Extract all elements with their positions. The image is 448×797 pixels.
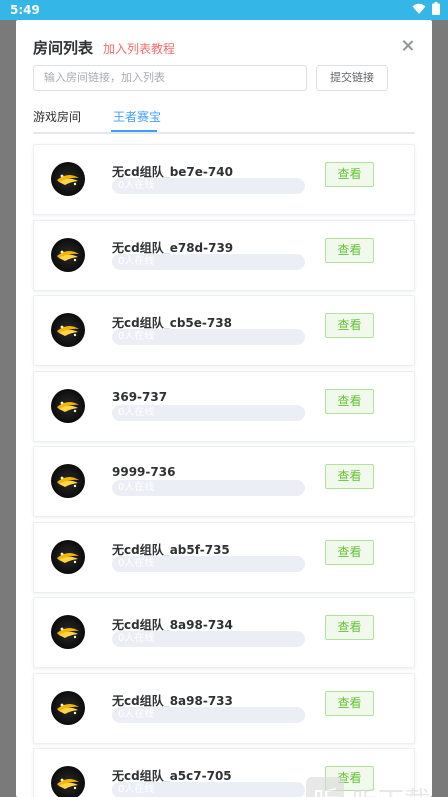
view-button[interactable]: 查看 [325,690,374,716]
room-name: 无cd组队_e78d-739 [112,240,234,255]
active-tab-indicator [111,130,157,132]
room-card[interactable]: 369-737 0人在线 查看 [33,370,415,442]
game-logo-icon [57,250,79,261]
tutorial-link[interactable]: 加入列表教程 [103,40,175,57]
room-card[interactable]: 无cd组队_ab5f-735 0人在线 查看 [33,521,415,593]
view-button[interactable]: 查看 [325,615,374,640]
online-count-badge: 0人在线 [112,253,305,270]
room-link-input[interactable]: 输入房间链接，加入列表 [33,65,307,91]
game-logo-icon [57,778,79,790]
room-card[interactable]: 9999-736 0人在线 查看 [33,446,415,517]
watermark-text: 听下载 [352,781,430,797]
room-card[interactable]: 无cd组队_be7e-740 0人在线 查看 [33,144,415,215]
online-count-badge: 0人在线 [112,329,305,345]
room-avatar [51,162,85,196]
dialog-title: 房间列表 [33,39,94,57]
view-button[interactable]: 查看 [325,464,374,489]
room-name: 9999-736 [112,465,176,479]
game-logo-icon [57,174,79,186]
room-list-dialog: 房间列表 加入列表教程 输入房间链接，加入列表 提交链接 游戏房间 王者赛宝 无… [16,20,432,797]
status-time: 5:49 [10,3,40,17]
status-bar: 5:49 [0,0,448,20]
game-logo-icon [57,552,79,563]
game-logo-icon [57,476,79,488]
game-logo-icon [57,627,79,639]
online-count-badge: 0人在线 [112,555,305,572]
room-name: 无cd组队_8a98-733 [112,693,233,708]
room-card[interactable]: 无cd组队_8a98-733 0人在线 查看 [33,672,415,744]
room-avatar [51,237,85,272]
submit-link-button[interactable]: 提交链接 [316,65,388,91]
game-logo-icon [57,703,79,714]
view-button[interactable]: 查看 [325,313,374,338]
online-count-badge: 0人在线 [112,404,305,421]
room-name: 369-737 [112,389,168,404]
online-count-badge: 0人在线 [112,706,305,723]
room-avatar [51,615,85,649]
game-logo-icon [57,325,79,337]
room-avatar [51,388,85,423]
room-name: 无cd组队_ab5f-735 [112,542,230,557]
room-card[interactable]: 无cd组队_8a98-734 0人在线 查看 [33,597,415,668]
tab-king-races[interactable]: 王者赛宝 [113,108,161,125]
view-button[interactable]: 查看 [325,237,374,263]
wifi-icon [412,3,426,14]
game-logo-icon [57,401,79,412]
online-count-badge: 0人在线 [112,480,305,496]
room-card[interactable]: 无cd组队_e78d-739 0人在线 查看 [33,219,415,291]
online-count-badge: 0人在线 [112,178,305,194]
online-count-badge: 0人在线 [112,782,305,797]
view-button[interactable]: 查看 [325,162,374,187]
view-button[interactable]: 查看 [325,539,374,565]
watermark-logo: 听 [306,777,344,797]
view-button[interactable]: 查看 [325,388,374,414]
watermark: 听 听下载 [306,777,432,797]
room-card[interactable]: 无cd组队_cb5e-738 0人在线 查看 [33,295,415,366]
room-avatar [51,464,85,498]
room-avatar [51,539,85,574]
tab-bar: 游戏房间 王者赛宝 [33,108,415,134]
close-icon[interactable] [401,39,415,53]
room-avatar [51,313,85,347]
online-count-badge: 0人在线 [112,631,305,647]
dialog-header: 房间列表 加入列表教程 [33,37,415,57]
battery-icon [432,2,440,15]
tab-game-rooms[interactable]: 游戏房间 [33,108,81,125]
room-avatar [51,766,85,797]
room-avatar [51,690,85,725]
